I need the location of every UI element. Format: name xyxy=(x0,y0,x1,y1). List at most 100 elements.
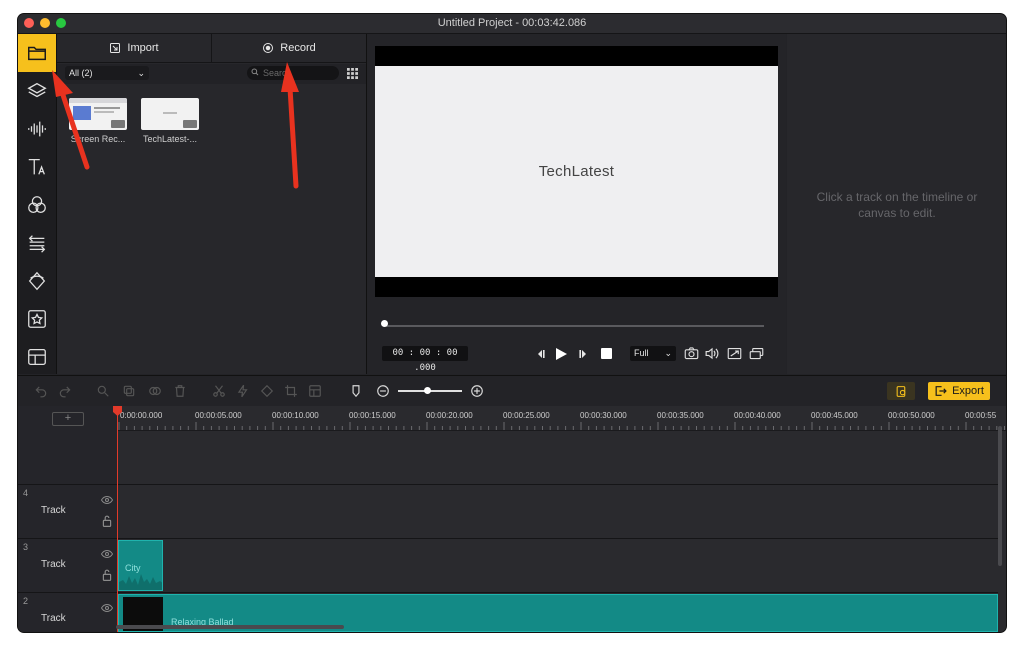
chevron-down-icon: ⌄ xyxy=(137,68,145,78)
previous-frame-icon xyxy=(538,349,545,358)
resize-icon xyxy=(727,347,741,360)
playhead[interactable] xyxy=(117,406,118,632)
media-tabs: Import Record xyxy=(57,34,366,63)
export-button[interactable]: Export xyxy=(928,382,990,400)
import-icon xyxy=(110,43,121,53)
clip-label: City xyxy=(125,563,141,573)
fit-screen-button[interactable] xyxy=(725,346,743,361)
ruler-label: 00:00:30.000 xyxy=(580,411,627,420)
timeline-clip[interactable]: City xyxy=(118,540,163,591)
transitions-icon xyxy=(28,235,46,253)
record-label: Record xyxy=(280,42,316,54)
ruler-label: 00:00:35.000 xyxy=(657,411,704,420)
folder-icon xyxy=(28,46,46,61)
snapshot-button[interactable] xyxy=(683,346,699,361)
zoom-clip-icon[interactable] xyxy=(96,384,110,398)
timeline: + 0:00:00.000 00:00:05.000 00:00:10.000 … xyxy=(18,406,1006,632)
track-number: 3 xyxy=(23,542,29,552)
stop-button[interactable] xyxy=(599,346,613,361)
media-thumbnail xyxy=(141,98,199,130)
import-button[interactable]: Import xyxy=(57,34,211,62)
overlays-icon xyxy=(28,271,46,291)
camera-icon xyxy=(684,347,698,360)
ruler-ticks xyxy=(118,422,1005,430)
keyframe-icon[interactable] xyxy=(260,384,274,398)
ruler-label: 00:00:40.000 xyxy=(734,411,781,420)
record-icon xyxy=(263,43,274,53)
zoom-in-icon[interactable] xyxy=(470,384,484,398)
eye-icon[interactable] xyxy=(101,603,113,613)
fullscreen-button[interactable] xyxy=(747,346,765,361)
ruler-label: 00:00:10.000 xyxy=(272,411,319,420)
split-icon[interactable] xyxy=(212,384,226,398)
quality-value: Full xyxy=(634,348,649,358)
horizontal-scrollbar[interactable] xyxy=(116,625,344,629)
sidebar-item-transitions[interactable] xyxy=(18,224,56,262)
scrubber-handle[interactable] xyxy=(381,320,388,327)
export-settings-button[interactable] xyxy=(887,382,915,400)
preview-canvas[interactable]: TechLatest xyxy=(375,46,778,297)
lock-icon[interactable] xyxy=(102,515,112,527)
delete-icon[interactable] xyxy=(173,384,187,398)
previous-frame-button[interactable] xyxy=(535,346,547,361)
redo-icon[interactable] xyxy=(58,384,72,398)
media-panel: Import Record All (2) ⌄ Search Screen Re… xyxy=(57,34,367,374)
templates-icon xyxy=(28,349,46,365)
add-track-button[interactable]: + xyxy=(52,412,84,426)
track-number: 4 xyxy=(23,488,29,498)
sidebar-item-text[interactable] xyxy=(18,148,56,186)
media-filter-value: All (2) xyxy=(69,68,93,78)
media-item[interactable]: Screen Rec... xyxy=(69,98,127,144)
volume-button[interactable] xyxy=(703,346,721,361)
media-filter-row: All (2) ⌄ Search xyxy=(57,64,366,84)
media-filter-select[interactable]: All (2) ⌄ xyxy=(65,66,149,80)
record-button[interactable]: Record xyxy=(211,34,366,62)
freeze-frame-icon[interactable] xyxy=(308,384,322,398)
sidebar-item-overlays[interactable] xyxy=(18,262,56,300)
play-button[interactable] xyxy=(553,346,569,361)
zoom-slider-handle[interactable] xyxy=(423,387,431,394)
lock-icon[interactable] xyxy=(102,569,112,581)
zoom-out-icon[interactable] xyxy=(376,384,390,398)
properties-hint: Click a track on the timeline or canvas … xyxy=(816,190,978,220)
sidebar-item-templates[interactable] xyxy=(18,338,56,376)
next-frame-icon xyxy=(579,349,586,358)
media-search-placeholder: Search xyxy=(263,68,292,78)
grid-view-icon[interactable] xyxy=(347,68,358,79)
track-header[interactable]: 4 Track xyxy=(18,484,117,538)
crop-icon[interactable] xyxy=(284,384,298,398)
track-header[interactable]: 3 Track xyxy=(18,538,117,592)
speed-icon[interactable] xyxy=(236,384,250,398)
sidebar-item-layers[interactable] xyxy=(18,72,56,110)
vertical-scrollbar[interactable] xyxy=(998,426,1002,566)
timeline-toolbar: Export xyxy=(18,375,1006,407)
sidebar-item-stickers[interactable] xyxy=(18,300,56,338)
properties-panel: Click a track on the timeline or canvas … xyxy=(787,34,1006,374)
paste-icon[interactable] xyxy=(148,384,162,398)
undo-icon[interactable] xyxy=(34,384,48,398)
media-caption: Screen Rec... xyxy=(70,134,126,144)
media-search-input[interactable]: Search xyxy=(247,66,339,80)
timeline-ruler[interactable]: 0:00:00.000 00:00:05.000 00:00:10.000 00… xyxy=(118,406,1006,431)
ruler-label: 00:00:15.000 xyxy=(349,411,396,420)
ruler-label: 00:00:45.000 xyxy=(811,411,858,420)
preview-scrubber[interactable] xyxy=(386,325,764,327)
eye-icon[interactable] xyxy=(101,495,113,505)
media-item[interactable]: TechLatest-... xyxy=(141,98,199,144)
track-header[interactable]: 2 Track xyxy=(18,592,117,632)
copy-icon[interactable] xyxy=(122,384,136,398)
sidebar-item-media[interactable] xyxy=(18,34,56,72)
eye-icon[interactable] xyxy=(101,549,113,559)
preview-timecode: 00 : 00 : 00 .000 xyxy=(382,346,468,373)
marker-icon[interactable] xyxy=(349,384,363,398)
sidebar-item-audio[interactable] xyxy=(18,110,56,148)
import-label: Import xyxy=(127,42,159,54)
export-label: Export xyxy=(952,385,984,397)
next-frame-button[interactable] xyxy=(577,346,589,361)
ruler-label: 0:00:00.000 xyxy=(120,411,163,420)
speaker-icon xyxy=(705,347,719,360)
fullscreen-icon xyxy=(749,347,763,360)
quality-select[interactable]: Full ⌄ xyxy=(630,346,676,361)
ruler-label: 00:00:05.000 xyxy=(195,411,242,420)
sidebar-item-filters[interactable] xyxy=(18,186,56,224)
